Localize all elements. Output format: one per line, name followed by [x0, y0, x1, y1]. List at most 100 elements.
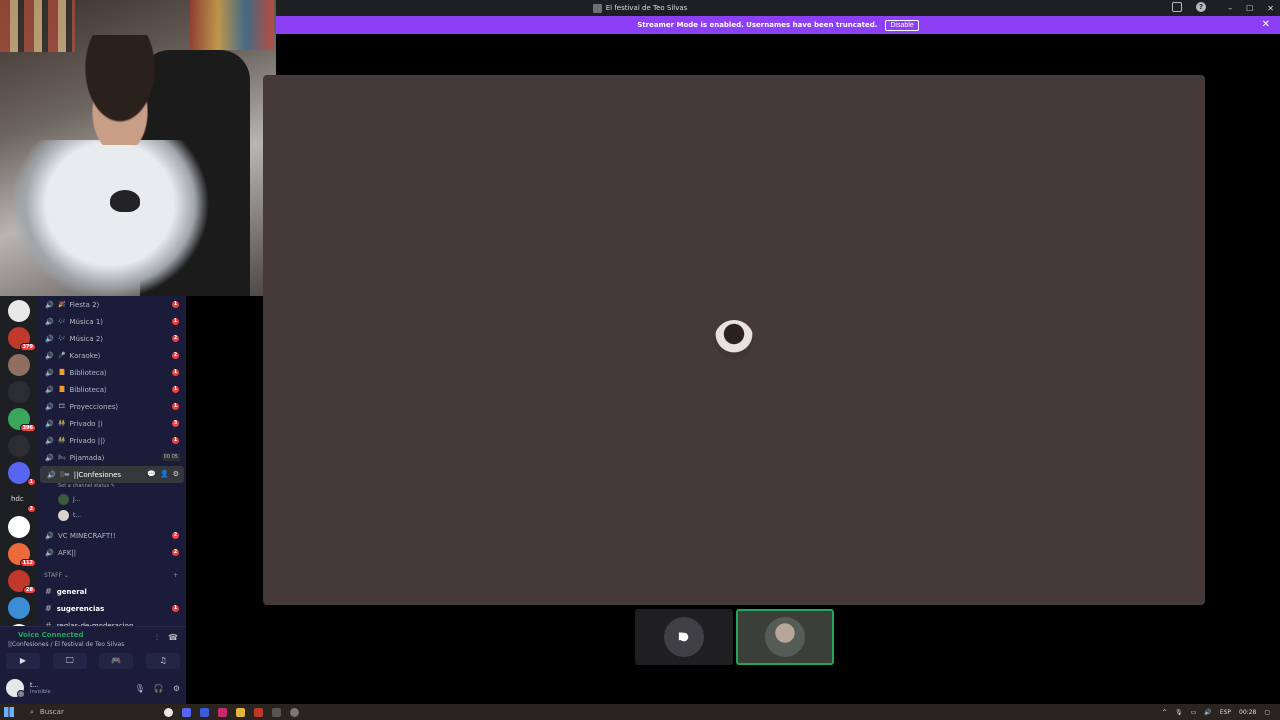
participant-tile-speaking[interactable] — [736, 609, 834, 665]
server-icon[interactable]: hdc 2 — [8, 489, 36, 513]
app-icon-red[interactable] — [254, 707, 263, 717]
server-icon[interactable] — [8, 597, 30, 619]
server-icon[interactable]: 28 — [8, 570, 36, 594]
voice-channel[interactable]: 🔊 📙 Biblioteca⟩ 1 — [38, 364, 186, 381]
voice-channel[interactable]: 🔊 🛏 Pijamada⟩ 00 05 — [38, 449, 186, 466]
banner-close-icon[interactable]: ✕ — [1262, 19, 1270, 30]
app-icon-pink[interactable] — [218, 707, 227, 717]
voice-connected-label[interactable]: Voice Connected — [18, 631, 84, 639]
user-avatar[interactable] — [6, 679, 25, 698]
invite-icon[interactable]: 👤 — [160, 470, 169, 478]
voice-channel-name: Biblioteca⟩ — [69, 368, 107, 377]
channel-emoji-icon: 🎞 — [58, 403, 66, 410]
staff-category[interactable]: STAFF ⌄ + — [38, 567, 186, 583]
server-icon[interactable] — [8, 516, 30, 538]
camera-button[interactable]: ▶ — [6, 653, 40, 669]
channel-deco: ||▬ — [60, 471, 70, 478]
help-icon[interactable]: ? — [1196, 2, 1206, 12]
server-icon[interactable]: 112 — [8, 543, 36, 567]
server-icon[interactable] — [8, 435, 30, 457]
microphone-icon[interactable]: 🎙 — [135, 684, 145, 693]
notification-icon[interactable]: ▢ — [1264, 709, 1270, 716]
folder-icon[interactable] — [236, 707, 245, 717]
speaker-icon: 🔊 — [45, 402, 54, 411]
participant-tile-avatar — [765, 617, 805, 657]
close-window-icon[interactable]: ✕ — [1267, 4, 1274, 13]
voice-user-avatar — [58, 509, 69, 521]
participant-tile-camera[interactable]: ▮ — [635, 609, 733, 665]
voice-channel[interactable]: 🔊 🎤 Karaoke⟩ 2 — [38, 347, 186, 364]
voice-user[interactable]: J... — [38, 491, 186, 507]
settings-icon[interactable]: ⚙ — [173, 470, 179, 478]
user-status: Invisible — [30, 688, 51, 695]
webcam-person-head — [70, 35, 170, 145]
text-channel[interactable]: # general — [38, 583, 186, 600]
tray-mic-icon[interactable]: 🎙 — [1175, 709, 1183, 716]
streamer-mode-banner: Streamer Mode is enabled. Usernames have… — [276, 16, 1280, 34]
tray-clock[interactable]: 00:28 — [1239, 709, 1256, 716]
tray-chevron-icon[interactable]: ^ — [1162, 709, 1167, 716]
server-icon[interactable] — [8, 381, 30, 403]
minimize-icon[interactable]: – — [1228, 4, 1232, 13]
voice-channel-name: Karaoke⟩ — [69, 351, 101, 360]
server-icon[interactable] — [8, 300, 30, 322]
speaker-icon: 🔊 — [45, 419, 54, 428]
chat-icon[interactable]: 💬 — [147, 470, 156, 478]
obs-icon[interactable] — [290, 707, 299, 717]
tray-language[interactable]: ESP — [1220, 709, 1231, 716]
app-icon-gray[interactable] — [272, 707, 281, 717]
user-settings-icon[interactable]: ⚙ — [173, 684, 180, 693]
voice-channel[interactable]: 🔊 🎶 Música 2⟩ 2 — [38, 330, 186, 347]
text-channel[interactable]: # sugerencias 1 — [38, 600, 186, 617]
app-icon-blue[interactable] — [200, 707, 209, 717]
voice-channel[interactable]: 🔊 🎉 Fiesta 2⟩ 1 — [38, 296, 186, 313]
voice-channel-name: Privado |⟩ — [69, 419, 103, 428]
voice-channel-path[interactable]: ||Confesiones / El festival de Teo Silva… — [8, 641, 124, 648]
channel-emoji-icon: 🎶 — [58, 335, 66, 342]
user-limit-badge: 00 05 — [161, 453, 180, 461]
speaker-icon: 🔊 — [45, 548, 54, 557]
soundboard-button[interactable]: ♫ — [145, 653, 180, 669]
server-icon[interactable] — [8, 354, 30, 376]
headphones-icon[interactable]: 🎧 — [154, 684, 164, 693]
tray-network-icon[interactable]: ▭ — [1191, 709, 1197, 716]
voice-channel-name: Música 2⟩ — [69, 334, 104, 343]
voice-channel[interactable]: 🔊 🧑‍🤝‍🧑 Privado ||⟩ 1 — [38, 432, 186, 449]
active-voice-channel[interactable]: 🔊 ||▬ ||Confesiones 💬 👤 ⚙ — [40, 466, 184, 483]
text-channel-name: general — [56, 587, 87, 596]
member-count-badge: 1 — [172, 403, 179, 410]
maximize-icon[interactable]: ☐ — [1246, 4, 1253, 13]
voice-channel[interactable]: 🔊 🎶 Música 1⟩ 1 — [38, 313, 186, 330]
server-icon[interactable]: 1 — [8, 462, 36, 486]
voice-channel-name: Privado ||⟩ — [69, 436, 106, 445]
server-icon[interactable]: 379 — [8, 327, 36, 351]
taskbar-search[interactable]: ⌕ Buscar — [24, 706, 144, 718]
channel-emoji-icon: 📙 — [58, 369, 66, 376]
member-count-badge: 1 — [172, 369, 179, 376]
text-channel[interactable]: # reglas-de-moderacion — [38, 617, 186, 626]
voice-channel-name: Fiesta 2⟩ — [69, 300, 100, 309]
activity-button[interactable]: 🎮 — [99, 653, 134, 669]
voice-channel[interactable]: 🔊 VC MINECRAFT!! 2 — [38, 527, 186, 544]
screen-share-button[interactable]: 🖵 — [52, 653, 87, 669]
voice-channel[interactable]: 🔊 AFK|| 2 — [38, 544, 186, 561]
inbox-icon[interactable] — [1172, 2, 1182, 12]
disable-streamer-mode-button[interactable]: Disable — [885, 19, 919, 31]
video-stage[interactable] — [263, 75, 1205, 605]
voice-user[interactable]: t... — [38, 507, 186, 523]
add-channel-icon[interactable]: + — [173, 572, 178, 579]
voice-channel-name: AFK|| — [58, 548, 77, 557]
channel-status-hint[interactable]: Set a channel status ✎ — [38, 483, 186, 491]
server-icon[interactable]: 396 — [8, 408, 36, 432]
chrome-icon[interactable] — [164, 707, 173, 717]
voice-channel[interactable]: 🔊 🎞 Proyecciones⟩ 1 — [38, 398, 186, 415]
voice-channel[interactable]: 🔊 📙 Biblioteca⟩ 1 — [38, 381, 186, 398]
speaker-icon: 🔊 — [45, 351, 54, 360]
windows-start-icon[interactable] — [4, 707, 14, 717]
staff-category-label: STAFF ⌄ — [44, 571, 69, 579]
disconnect-icon[interactable]: ☎ — [168, 633, 178, 643]
noise-suppression-icon[interactable]: ⫶ — [156, 633, 158, 643]
discord-icon[interactable] — [182, 707, 191, 717]
tray-volume-icon[interactable]: 🔊 — [1204, 709, 1211, 716]
voice-channel[interactable]: 🔊 🧑‍🤝‍🧑 Privado |⟩ 3 — [38, 415, 186, 432]
